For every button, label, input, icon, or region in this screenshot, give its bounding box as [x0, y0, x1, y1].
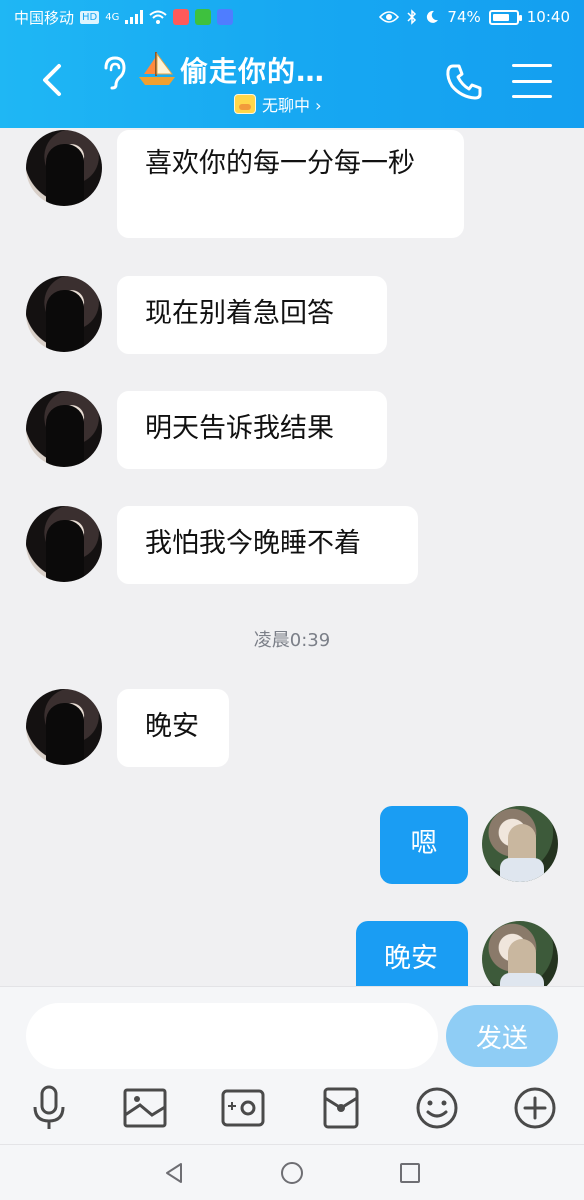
nav-back-button[interactable]	[160, 1159, 188, 1187]
message-bubble-self[interactable]: 嗯	[380, 806, 468, 884]
image-button[interactable]	[120, 1083, 170, 1133]
message-bubble[interactable]: 明天告诉我结果	[117, 391, 387, 469]
send-button[interactable]: 发送	[446, 1005, 558, 1067]
menu-button[interactable]	[512, 64, 552, 98]
red-packet-button[interactable]	[316, 1083, 366, 1133]
emoji-button[interactable]	[412, 1083, 462, 1133]
title-bar: 偷走你的… 无聊中 ›	[0, 34, 584, 128]
network-label: 4G	[105, 11, 120, 23]
emoji-icon	[416, 1087, 458, 1129]
message-input[interactable]	[26, 1003, 438, 1069]
friend-avatar[interactable]	[26, 689, 102, 765]
nav-recents-icon	[400, 1163, 420, 1183]
image-icon	[123, 1088, 167, 1128]
voice-button[interactable]	[24, 1083, 74, 1133]
bluetooth-icon	[407, 9, 417, 25]
nav-home-icon	[281, 1162, 303, 1184]
red-packet-icon	[323, 1087, 359, 1129]
battery-fill	[492, 13, 509, 21]
app-notification-icon	[173, 9, 190, 25]
self-avatar[interactable]	[482, 921, 558, 986]
plus-icon	[514, 1087, 556, 1129]
phone-icon[interactable]	[444, 62, 484, 102]
hd-badge: HD	[80, 10, 100, 24]
app-notification-icon	[217, 9, 234, 25]
status-bar: 中国移动 HD 4G 74% 10:40	[0, 0, 584, 34]
friend-avatar[interactable]	[26, 506, 102, 582]
more-button[interactable]	[510, 1083, 560, 1133]
message-bubble[interactable]: 现在别着急回答	[117, 276, 387, 354]
message-bubble[interactable]: 我怕我今晚睡不着	[117, 506, 418, 584]
input-toolbar	[0, 1083, 584, 1139]
clock-label: 10:40	[526, 8, 570, 26]
friend-avatar[interactable]	[26, 391, 102, 467]
battery-icon	[488, 9, 522, 25]
menu-icon	[512, 64, 552, 67]
carrier-label: 中国移动	[14, 8, 75, 27]
wifi-icon	[149, 10, 168, 24]
camera-icon	[221, 1089, 265, 1127]
contact-status-label: 无聊中 ›	[262, 96, 322, 115]
friend-avatar[interactable]	[26, 276, 102, 352]
contact-status[interactable]: 无聊中 ›	[234, 92, 322, 116]
battery-percent: 74%	[447, 8, 481, 26]
self-avatar[interactable]	[482, 806, 558, 882]
input-bar: 发送	[0, 986, 584, 1144]
message-bubble[interactable]: 喜欢你的每一分每一秒	[117, 130, 464, 238]
back-button[interactable]	[30, 58, 74, 102]
nav-home-button[interactable]	[278, 1159, 306, 1187]
message-list[interactable]: 喜欢你的每一分每一秒 现在别着急回答 明天告诉我结果 我怕我今晚睡不着 凌晨0:…	[0, 128, 584, 986]
top-header: 中国移动 HD 4G 74% 10:40 偷走你的… 无聊中 ›	[0, 0, 584, 128]
ear-icon[interactable]	[98, 54, 128, 90]
app-notification-icon	[195, 9, 212, 25]
nav-back-icon	[166, 1163, 182, 1183]
system-nav-bar	[0, 1144, 584, 1200]
friend-avatar[interactable]	[26, 130, 102, 206]
moon-icon	[427, 10, 439, 23]
status-emoji-icon	[234, 94, 256, 114]
message-bubble[interactable]: 晚安	[117, 689, 229, 767]
chevron-left-icon	[43, 64, 61, 96]
nav-recents-button[interactable]	[396, 1159, 424, 1187]
message-bubble-self[interactable]: 晚安	[356, 921, 468, 986]
camera-button[interactable]	[218, 1083, 268, 1133]
eye-icon	[379, 11, 400, 23]
chat-title[interactable]: 偷走你的…	[180, 50, 325, 90]
microphone-icon	[33, 1085, 65, 1129]
time-separator: 凌晨0:39	[253, 630, 331, 651]
signal-icon	[125, 10, 144, 24]
sailboat-icon	[139, 52, 175, 85]
